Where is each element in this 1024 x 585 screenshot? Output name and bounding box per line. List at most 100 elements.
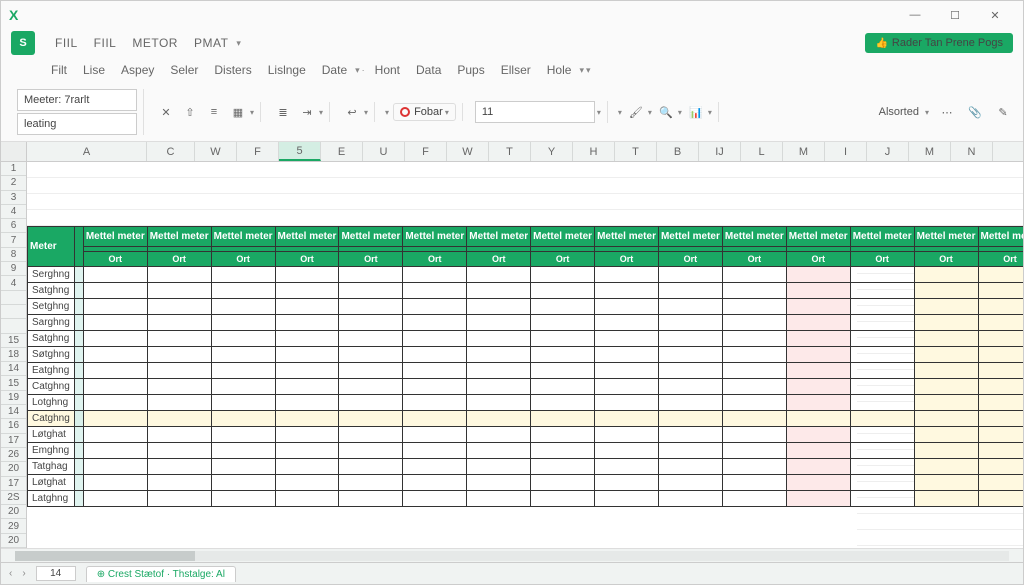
row-label[interactable]: Emghng xyxy=(28,443,75,459)
col-header-W[interactable]: W xyxy=(195,142,237,161)
cell[interactable] xyxy=(275,315,339,331)
cell[interactable] xyxy=(850,283,914,299)
cell[interactable] xyxy=(595,459,659,475)
sort-label[interactable]: Alsorted xyxy=(879,106,919,118)
cell[interactable] xyxy=(850,315,914,331)
cell[interactable] xyxy=(275,331,339,347)
cell[interactable] xyxy=(403,299,467,315)
row-header[interactable]: 15 xyxy=(1,376,26,390)
col-header-Y[interactable]: Y xyxy=(531,142,573,161)
cell[interactable] xyxy=(339,299,403,315)
cell[interactable] xyxy=(74,411,83,427)
cell[interactable] xyxy=(275,267,339,283)
list-icon[interactable]: ≣ xyxy=(273,102,293,122)
row-header[interactable]: 7 xyxy=(1,233,26,247)
row-label[interactable]: Catghng xyxy=(28,379,75,395)
cell[interactable] xyxy=(467,475,531,491)
cell[interactable] xyxy=(83,459,147,475)
row-label[interactable]: Latghng xyxy=(28,491,75,507)
cell[interactable] xyxy=(83,443,147,459)
cell[interactable] xyxy=(722,475,786,491)
cell[interactable] xyxy=(978,379,1023,395)
cell[interactable] xyxy=(850,475,914,491)
cell[interactable] xyxy=(403,379,467,395)
cell[interactable] xyxy=(339,443,403,459)
cell[interactable] xyxy=(658,411,722,427)
cell[interactable] xyxy=(211,427,275,443)
cell[interactable] xyxy=(722,331,786,347)
cell[interactable] xyxy=(914,411,978,427)
cell[interactable] xyxy=(275,395,339,411)
cell[interactable] xyxy=(83,331,147,347)
cell[interactable] xyxy=(914,491,978,507)
col-header-E[interactable]: E xyxy=(321,142,363,161)
cell[interactable] xyxy=(339,331,403,347)
search-icon[interactable]: 🔍 xyxy=(656,102,676,122)
col-header-W[interactable]: W xyxy=(447,142,489,161)
cell[interactable] xyxy=(339,427,403,443)
menu-hole[interactable]: Hole xyxy=(541,59,578,81)
cell[interactable] xyxy=(83,395,147,411)
row-header[interactable]: 2 xyxy=(1,176,26,190)
cell[interactable] xyxy=(147,379,211,395)
cell[interactable] xyxy=(74,475,83,491)
cell[interactable] xyxy=(531,363,595,379)
row-header[interactable]: 17 xyxy=(1,434,26,448)
cell[interactable] xyxy=(339,267,403,283)
menu-data[interactable]: Data xyxy=(410,59,447,81)
cell[interactable] xyxy=(211,395,275,411)
cell[interactable] xyxy=(403,395,467,411)
cell[interactable] xyxy=(211,347,275,363)
cell[interactable] xyxy=(339,347,403,363)
cell[interactable] xyxy=(147,347,211,363)
cell[interactable] xyxy=(914,315,978,331)
cell[interactable] xyxy=(147,283,211,299)
cell[interactable] xyxy=(914,475,978,491)
cell[interactable] xyxy=(275,443,339,459)
row-label[interactable]: Løtghat xyxy=(28,475,75,491)
cell[interactable] xyxy=(978,283,1023,299)
cell[interactable] xyxy=(147,475,211,491)
cell[interactable] xyxy=(211,491,275,507)
row-header[interactable]: 14 xyxy=(1,405,26,419)
align-top-icon[interactable]: ⇧ xyxy=(180,102,200,122)
cell[interactable] xyxy=(722,379,786,395)
cell[interactable] xyxy=(275,459,339,475)
row-label[interactable]: Tatghag xyxy=(28,459,75,475)
cell[interactable] xyxy=(786,491,850,507)
cell[interactable] xyxy=(978,363,1023,379)
cell[interactable] xyxy=(978,411,1023,427)
menu-filt[interactable]: Filt xyxy=(45,59,73,81)
cell[interactable] xyxy=(786,443,850,459)
cell[interactable] xyxy=(74,379,83,395)
cell[interactable] xyxy=(658,299,722,315)
cell[interactable] xyxy=(786,331,850,347)
row-header[interactable]: 17 xyxy=(1,477,26,491)
cell[interactable] xyxy=(786,475,850,491)
cell[interactable] xyxy=(74,347,83,363)
menu-fiil[interactable]: FIIL xyxy=(49,32,84,54)
cell[interactable] xyxy=(595,395,659,411)
cell[interactable] xyxy=(978,347,1023,363)
cell[interactable] xyxy=(786,411,850,427)
cell[interactable] xyxy=(531,379,595,395)
cell[interactable] xyxy=(275,491,339,507)
cell[interactable] xyxy=(978,475,1023,491)
cell[interactable] xyxy=(658,443,722,459)
cell[interactable] xyxy=(978,459,1023,475)
col-header-F[interactable]: F xyxy=(405,142,447,161)
col-header-B[interactable]: B xyxy=(657,142,699,161)
cell[interactable] xyxy=(914,363,978,379)
cell[interactable] xyxy=(403,491,467,507)
cell[interactable] xyxy=(403,331,467,347)
cell[interactable] xyxy=(786,363,850,379)
cell[interactable] xyxy=(275,363,339,379)
cell[interactable] xyxy=(275,411,339,427)
cell[interactable] xyxy=(914,443,978,459)
cell[interactable] xyxy=(595,443,659,459)
cell[interactable] xyxy=(595,491,659,507)
cell[interactable] xyxy=(403,475,467,491)
menu-lise[interactable]: Lise xyxy=(77,59,111,81)
cell[interactable] xyxy=(467,299,531,315)
indent-icon[interactable]: ⇥ xyxy=(297,102,317,122)
